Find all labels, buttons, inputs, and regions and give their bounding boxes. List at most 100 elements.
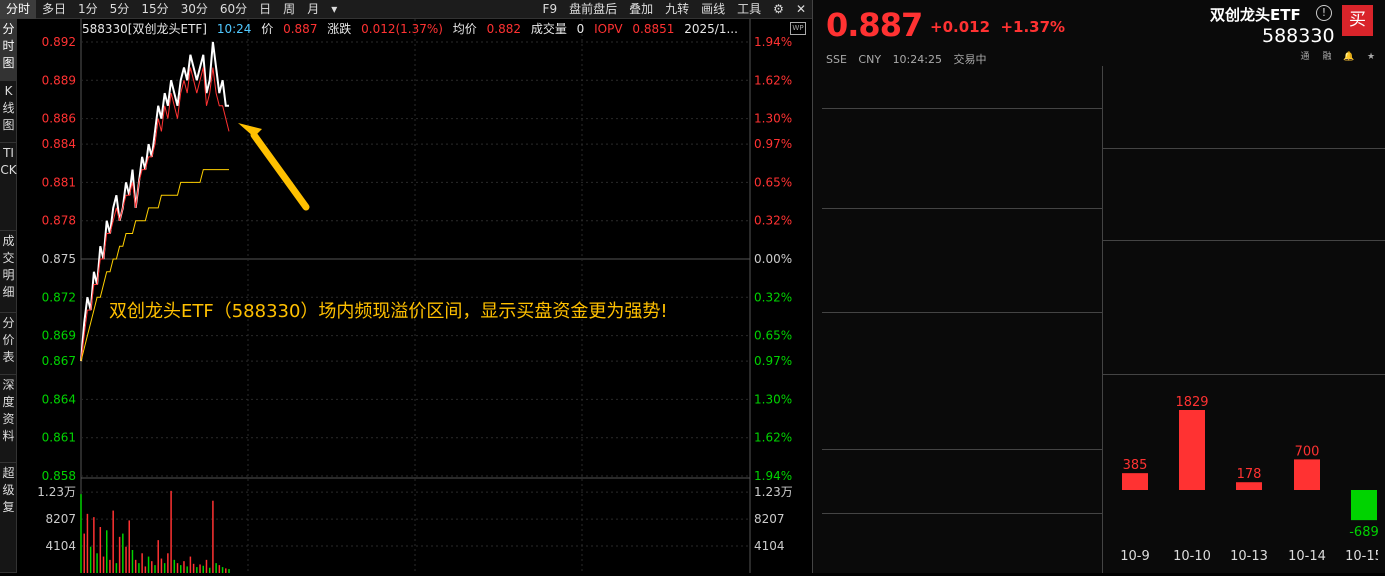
tab-day[interactable]: 日 bbox=[253, 0, 277, 19]
flow-category-label: 10-10 bbox=[1173, 549, 1211, 564]
view-sidebar: 分时图 K线图 TICK 成交明细 分价表 深度资料 超级复 bbox=[0, 19, 17, 573]
y-tick-label-pct: 0.97% bbox=[754, 354, 792, 368]
flow-category-label: 10-9 bbox=[1120, 549, 1150, 564]
currency: CNY bbox=[858, 53, 882, 66]
vtab-tick[interactable]: TICK bbox=[0, 143, 17, 231]
y-tick-label: 0.892 bbox=[42, 35, 76, 49]
y-tick-label-pct: 1.62% bbox=[754, 431, 792, 445]
divider bbox=[822, 513, 1102, 514]
y-tick-label-pct: 0.00% bbox=[754, 252, 792, 266]
stat-row bbox=[828, 349, 1098, 369]
y-tick-label-pct: 1.94% bbox=[754, 469, 792, 483]
nav-row bbox=[828, 68, 1098, 88]
divider bbox=[822, 449, 1102, 451]
tab-1min[interactable]: 1分 bbox=[72, 0, 104, 19]
tab-fenshi[interactable]: 分时 bbox=[0, 0, 37, 19]
price-value: 0.887 bbox=[283, 22, 318, 36]
flow-bar bbox=[1122, 473, 1148, 490]
tab-15min[interactable]: 15分 bbox=[135, 0, 174, 19]
tab-duori[interactable]: 多日 bbox=[36, 0, 72, 19]
flow-category-label: 10-14 bbox=[1288, 549, 1326, 564]
tab-premarket[interactable]: 盘前盘后 bbox=[563, 0, 623, 19]
chg-value: 0.012(1.37%) bbox=[361, 22, 443, 36]
vtab-super[interactable]: 超级复 bbox=[0, 463, 17, 573]
y-tick-label: 0.872 bbox=[42, 290, 76, 304]
ask-row bbox=[828, 128, 1098, 148]
tab-5min[interactable]: 5分 bbox=[104, 0, 136, 19]
settings-icon[interactable]: ⚙ bbox=[767, 0, 790, 19]
list-row bbox=[1110, 329, 1378, 349]
list-row bbox=[1110, 285, 1378, 305]
vol-label: 成交量 bbox=[530, 22, 567, 36]
wp-icon[interactable]: WP bbox=[790, 22, 806, 35]
perf-row bbox=[1110, 127, 1378, 147]
vol-tick-label: 8207 bbox=[45, 512, 76, 526]
vtab-depth[interactable]: 深度资料 bbox=[0, 375, 17, 463]
y-tick-label: 0.861 bbox=[42, 431, 76, 445]
list-row bbox=[1110, 350, 1378, 370]
flow-bar bbox=[1294, 459, 1320, 490]
vol-tick-label-right: 1.23万 bbox=[754, 485, 793, 499]
flow-value-label: 385 bbox=[1123, 458, 1148, 473]
period-dropdown-icon[interactable]: ▾ bbox=[325, 0, 343, 19]
vol-tick-label-right: 8207 bbox=[754, 512, 785, 526]
security-name: 双创龙头ETF bbox=[1210, 6, 1301, 24]
bell-icon[interactable]: 🔔 bbox=[1341, 51, 1357, 63]
security-code: 588330 bbox=[1262, 25, 1335, 47]
arrow-head bbox=[238, 123, 262, 137]
stat-row bbox=[828, 428, 1098, 448]
tab-f9[interactable]: F9 bbox=[537, 0, 564, 19]
rt-header bbox=[1110, 150, 1378, 170]
flow-bar bbox=[1236, 482, 1262, 490]
buy-button[interactable]: 买 bbox=[1342, 5, 1373, 36]
y-tick-label-pct: 0.97% bbox=[754, 137, 792, 151]
vtab-kline[interactable]: K线图 bbox=[0, 81, 17, 143]
ask-row bbox=[828, 109, 1098, 129]
y-tick-label-pct: 0.65% bbox=[754, 329, 792, 343]
tab-draw[interactable]: 画线 bbox=[695, 0, 731, 19]
tab-overlay[interactable]: 叠加 bbox=[623, 0, 659, 19]
iopv-value: 0.8851 bbox=[632, 22, 675, 36]
intraday-chart[interactable]: 0.892 1.94% 0.889 1.62% 0.886 1.30% 0.884 0.97%… bbox=[17, 19, 812, 573]
period-toolbar: 分时 多日 1分 5分 15分 30分 60分 日 周 月 ▾ F9 盘前盘后 … bbox=[0, 0, 812, 19]
tab-60min[interactable]: 60分 bbox=[214, 0, 253, 19]
tab-week[interactable]: 周 bbox=[277, 0, 301, 19]
vol-value: 0 bbox=[576, 22, 585, 36]
stat-row bbox=[828, 369, 1098, 389]
vtab-trades[interactable]: 成交明细 bbox=[0, 231, 17, 313]
last-price: 0.887 bbox=[826, 6, 923, 44]
close-icon[interactable]: ✕ bbox=[790, 0, 812, 19]
ask-row bbox=[828, 167, 1098, 187]
divider bbox=[822, 208, 1102, 209]
list-header bbox=[1110, 242, 1378, 262]
tab-tools[interactable]: 工具 bbox=[731, 0, 767, 19]
tab-month[interactable]: 月 bbox=[301, 0, 325, 19]
info-icon[interactable]: ! bbox=[1316, 5, 1332, 21]
avg-label: 均价 bbox=[452, 22, 477, 36]
y-tick-label-pct: 1.94% bbox=[754, 35, 792, 49]
exchange: SSE bbox=[826, 53, 847, 66]
tong-icon[interactable]: 通 bbox=[1297, 51, 1313, 63]
rong-icon[interactable]: 融 bbox=[1319, 51, 1335, 63]
tab-nine[interactable]: 九转 bbox=[659, 0, 695, 19]
vtab-price-table[interactable]: 分价表 bbox=[0, 313, 17, 375]
rt-row bbox=[1110, 194, 1378, 214]
vtab-fenshi[interactable]: 分时图 bbox=[0, 19, 17, 81]
vol-tick-label: 4104 bbox=[45, 539, 76, 553]
vol-tick-label-right: 4104 bbox=[754, 539, 785, 553]
chart-info-bar: 588330[双创龙头ETF] 10:24 价 0.887 涨跌 0.012(1… bbox=[82, 20, 744, 38]
list-row bbox=[1110, 263, 1378, 283]
y-tick-label: 0.867 bbox=[42, 354, 76, 368]
star-icon[interactable]: ★ bbox=[1363, 51, 1379, 63]
y-tick-label-pct: 0.32% bbox=[754, 214, 792, 228]
stat-row bbox=[828, 389, 1098, 409]
bid-row bbox=[828, 251, 1098, 271]
flow-bar bbox=[1351, 490, 1377, 521]
tick-row bbox=[828, 535, 1098, 555]
y-tick-label: 0.858 bbox=[42, 469, 76, 483]
ask-row bbox=[828, 187, 1098, 207]
divider bbox=[1103, 148, 1385, 150]
arrow-shaft bbox=[250, 131, 310, 211]
price-label: 价 bbox=[261, 22, 274, 36]
tab-30min[interactable]: 30分 bbox=[175, 0, 214, 19]
